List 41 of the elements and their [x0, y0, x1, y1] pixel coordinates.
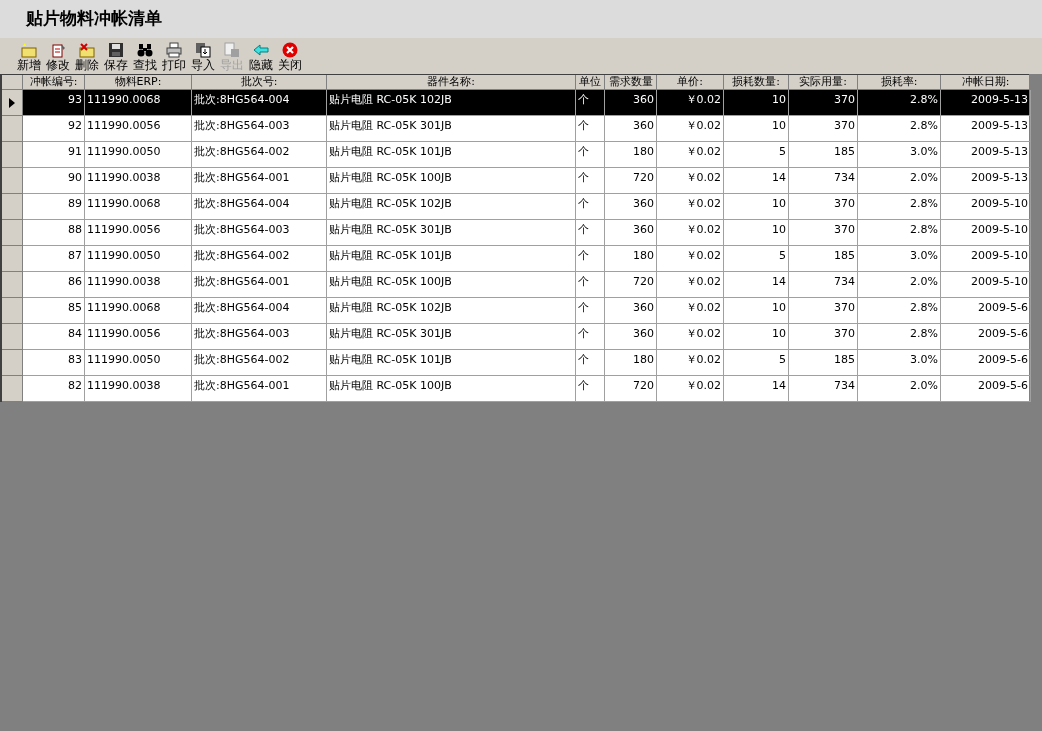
toolbar-button[interactable]: 关闭 [277, 42, 303, 72]
printer-icon [166, 42, 182, 58]
table-row[interactable]: 85 111990.0068 批次:8HG564-004 贴片电阻 RC-05K 102JB 个 360 ￥0.02 10 370 2.8% 2009-5-6 [2, 298, 1029, 324]
toolbar-button[interactable]: 打印 [161, 42, 187, 72]
table-row[interactable]: 89 111990.0068 批次:8HG564-004 贴片电阻 RC-05K 102JB 个 360 ￥0.02 10 370 2.8% 2009-5-10 [2, 194, 1029, 220]
table-row[interactable]: 86 111990.0038 批次:8HG564-001 贴片电阻 RC-05K 100JB 个 720 ￥0.02 14 734 2.0% 2009-5-10 [2, 272, 1029, 298]
document-pencil-icon [50, 42, 66, 58]
close-icon [282, 42, 298, 58]
binoculars-icon [137, 42, 153, 58]
toolbar-button[interactable]: 新增 [16, 42, 42, 72]
table-cell: 2009-5-6 [941, 376, 1031, 402]
table-row[interactable]: 83 111990.0050 批次:8HG564-002 贴片电阻 RC-05K 101JB 个 180 ￥0.02 5 185 3.0% 2009-5-6 [2, 350, 1029, 376]
toolbar-button[interactable]: 查找 [132, 42, 158, 72]
left-arrow-icon [253, 42, 269, 58]
table-cell: 批次:8HG564-001 [192, 376, 327, 402]
table-cell: 贴片电阻 RC-05K 100JB [327, 376, 576, 402]
table-cell: ￥0.02 [657, 376, 724, 402]
table-cell: 14 [724, 376, 789, 402]
table-cell: 个 [576, 376, 605, 402]
window-title: 贴片物料冲帐清单 [26, 7, 162, 31]
toolbar-button[interactable]: 修改 [45, 42, 71, 72]
folder-cross-icon [79, 42, 95, 58]
table-cell: 82 [23, 376, 85, 402]
table-row[interactable]: 82 111990.0038 批次:8HG564-001 贴片电阻 RC-05K 100JB 个 720 ￥0.02 14 734 2.0% 2009-5-6 [2, 376, 1029, 402]
table-row[interactable]: 84 111990.0056 批次:8HG564-003 贴片电阻 RC-05K 301JB 个 360 ￥0.02 10 370 2.8% 2009-5-6 [2, 324, 1029, 350]
table-cell: 720 [605, 376, 657, 402]
table-row[interactable]: 90 111990.0038 批次:8HG564-001 贴片电阻 RC-05K 100JB 个 720 ￥0.02 14 734 2.0% 2009-5-13 [2, 168, 1029, 194]
table-cell: 2.0% [858, 376, 941, 402]
table-row[interactable]: 93 111990.0068 批次:8HG564-004 贴片电阻 RC-05K 102JB 个 360 ￥0.02 10 370 2.8% 2009-5-13 [2, 90, 1029, 116]
table-row[interactable]: 91 111990.0050 批次:8HG564-002 贴片电阻 RC-05K 101JB 个 180 ￥0.02 5 185 3.0% 2009-5-13 [2, 142, 1029, 168]
toolbar-button[interactable]: 删除 [74, 42, 100, 72]
table-cell: 111990.0038 [85, 376, 192, 402]
row-indicator[interactable] [2, 90, 23, 116]
table-row[interactable]: 88 111990.0056 批次:8HG564-003 贴片电阻 RC-05K 301JB 个 360 ￥0.02 10 370 2.8% 2009-5-10 [2, 220, 1029, 246]
table-row[interactable]: 87 111990.0050 批次:8HG564-002 贴片电阻 RC-05K 101JB 个 180 ￥0.02 5 185 3.0% 2009-5-10 [2, 246, 1029, 272]
toolbar-button[interactable]: 导入 [190, 42, 216, 72]
toolbar-button[interactable]: 隐藏 [248, 42, 274, 72]
table-row[interactable]: 92 111990.0056 批次:8HG564-003 贴片电阻 RC-05K 301JB 个 360 ￥0.02 10 370 2.8% 2009-5-13 [2, 116, 1029, 142]
toolbar-button[interactable]: 保存 [103, 42, 129, 72]
table-cell: 734 [789, 376, 858, 402]
pointer-icon [9, 97, 15, 108]
